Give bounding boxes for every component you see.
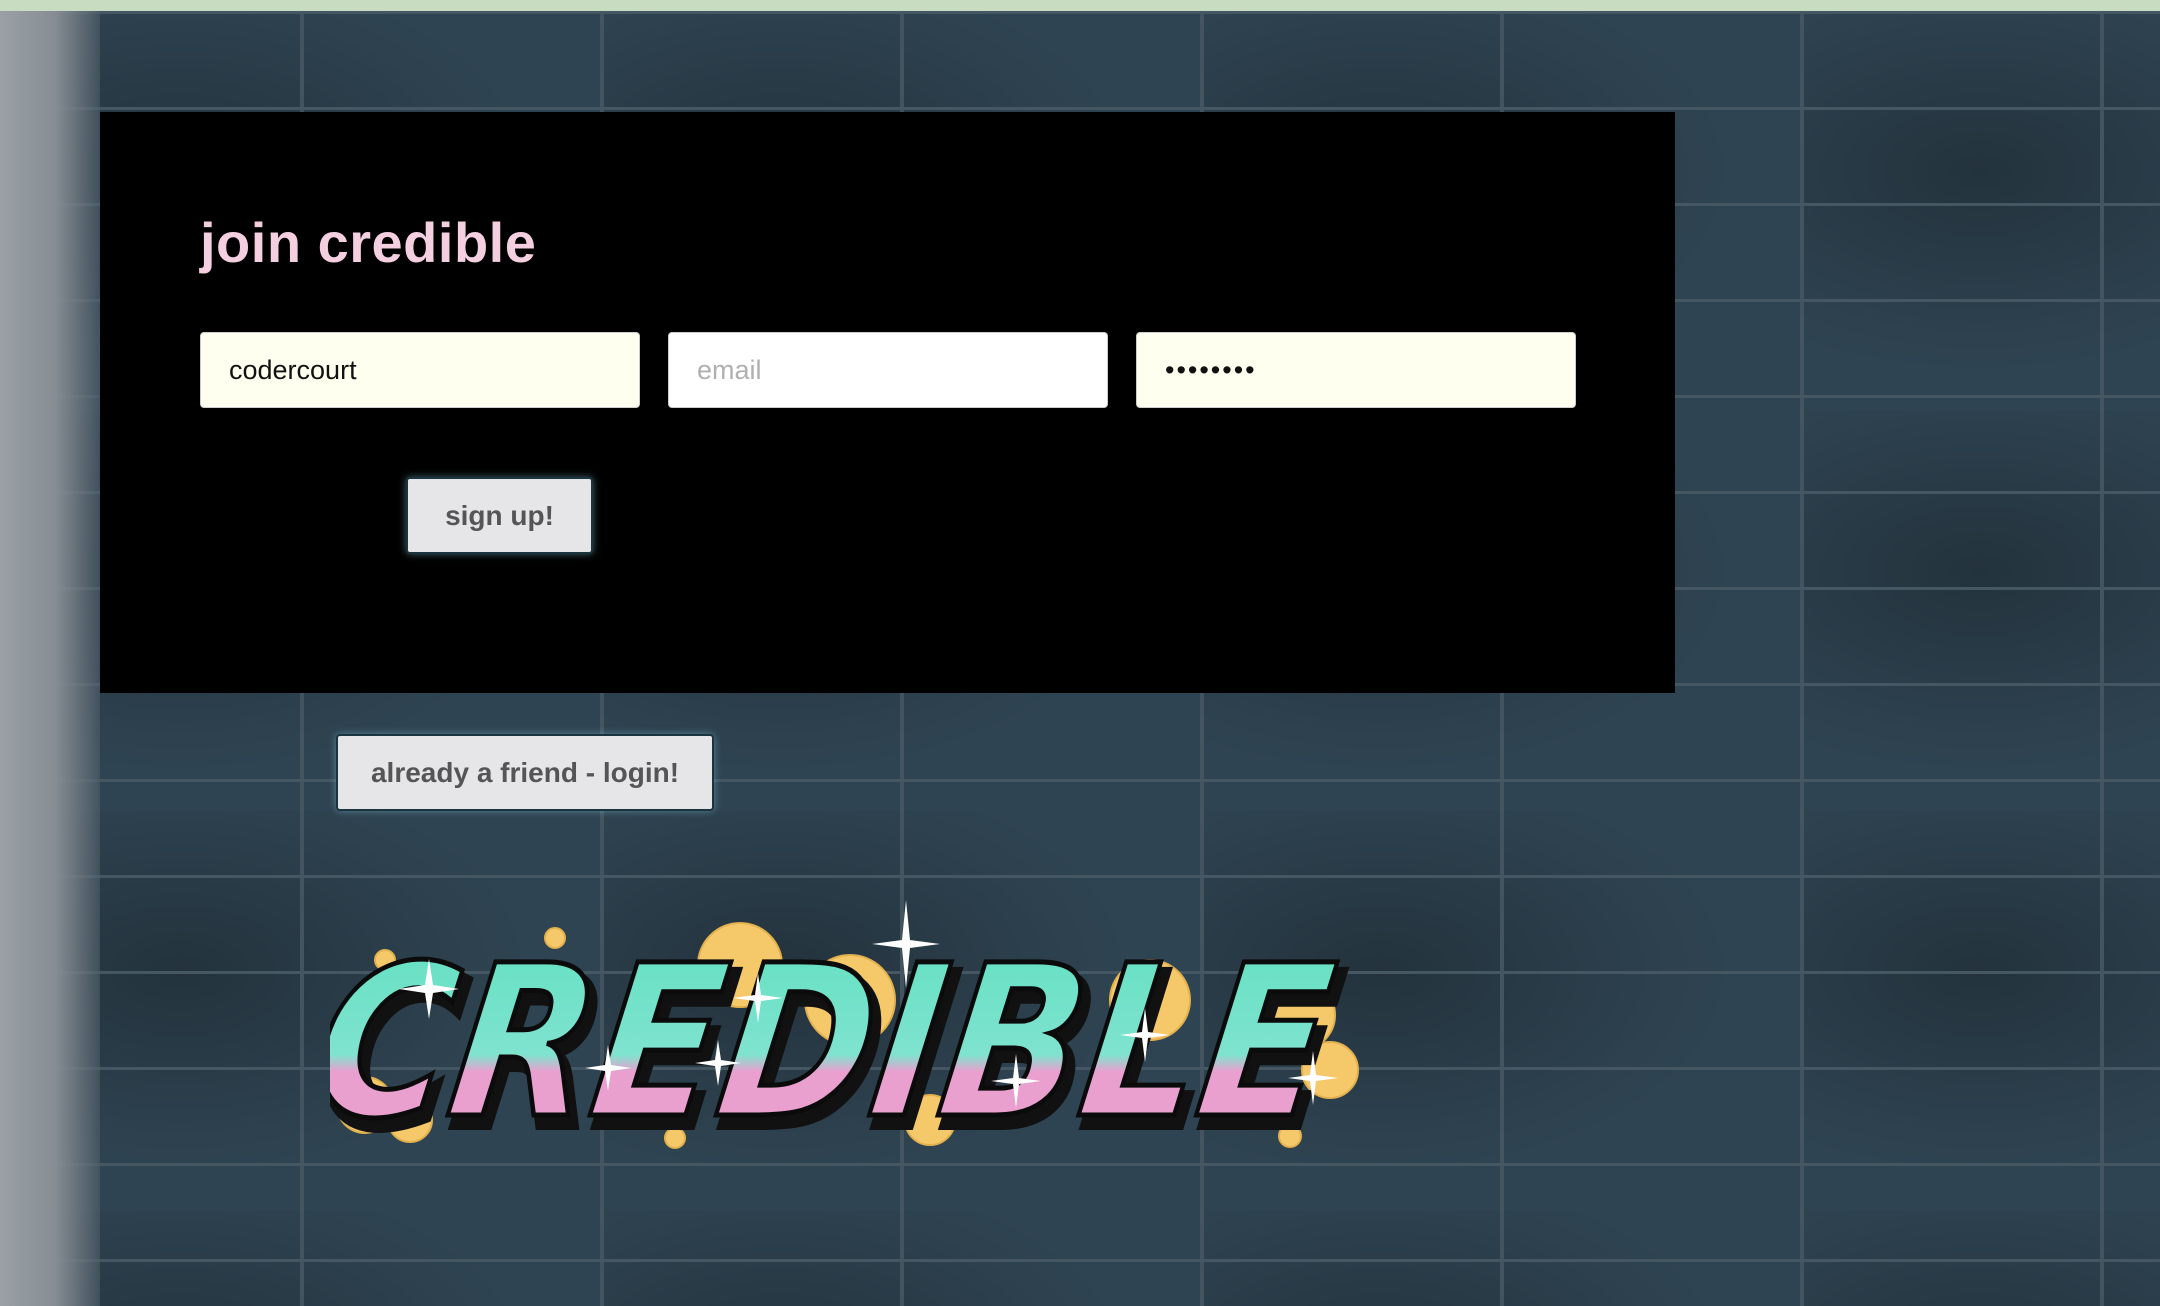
sign-up-button[interactable]: sign up!	[406, 477, 593, 554]
email-field[interactable]	[668, 332, 1108, 408]
credible-graffiti-logo: CREDIBLE CREDIBLE	[330, 900, 1359, 1160]
username-field[interactable]	[200, 332, 640, 408]
window-top-strip	[0, 0, 2160, 11]
login-button[interactable]: already a friend - login!	[336, 734, 714, 811]
password-field[interactable]	[1136, 332, 1576, 408]
wall-left-edge	[0, 11, 100, 1306]
logo-text: CREDIBLE	[330, 920, 1346, 1160]
page-title: join credible	[200, 211, 537, 274]
